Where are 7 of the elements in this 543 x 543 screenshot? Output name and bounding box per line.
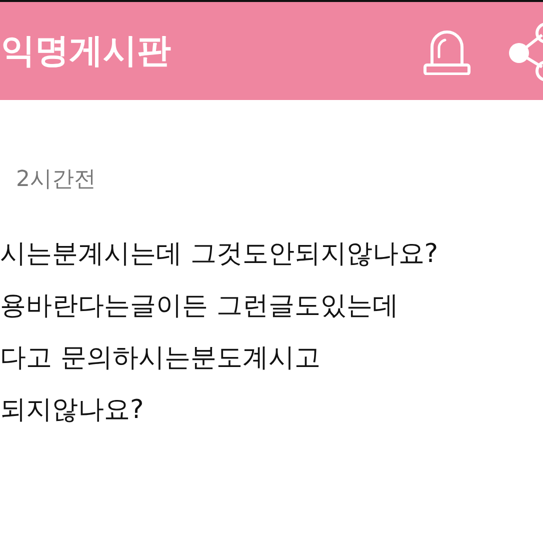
post-text-line: 시는분계시는데 그것도안되지않나요? <box>0 238 440 270</box>
post-time: 2시간전 <box>16 166 97 194</box>
post-text-line: 용바란다는글이든 그런글도있는데 <box>0 290 400 322</box>
share-icon[interactable] <box>508 21 543 81</box>
post-text-line: 되지않나요? <box>0 394 145 426</box>
board-title: 익명게시판 <box>1 30 171 73</box>
post-text-line: 다고 문의하시는분도계시고 <box>0 342 322 374</box>
